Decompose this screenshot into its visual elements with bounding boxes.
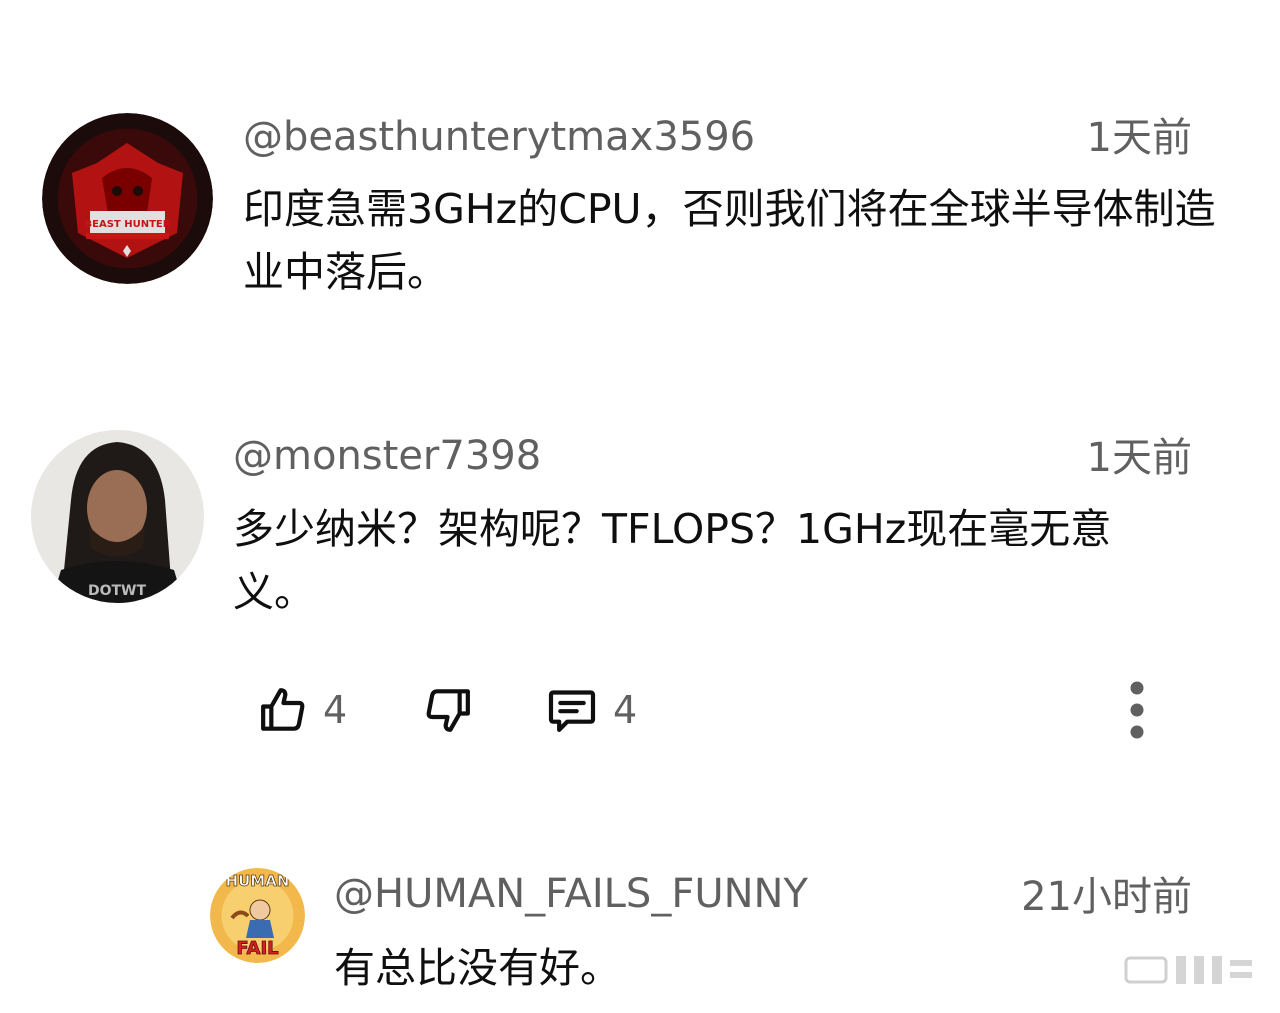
more-vert-icon [1130,681,1144,739]
comment-time: 1天前 [1086,115,1192,161]
comment-actions: 4 4 [255,675,1175,745]
avatar-photo: DOTWT [31,430,204,603]
watermark [1120,950,1260,995]
comment-username[interactable]: @HUMAN_FAILS_FUNNY [334,874,808,914]
more-options-button[interactable] [1117,675,1157,745]
avatar-monster[interactable]: DOTWT [31,430,204,603]
reply-button[interactable]: 4 [543,675,637,745]
dislike-button[interactable] [420,675,476,745]
like-button[interactable]: 4 [255,675,347,745]
comment-text: 印度急需3GHz的CPU，否则我们将在全球半导体制造业中落后。 [243,185,1216,296]
svg-text:DOTWT: DOTWT [88,583,147,599]
thumbs-up-icon [261,688,305,731]
svg-text:HUMAN: HUMAN [226,872,290,890]
comment-text: 有总比没有好。 [334,944,621,992]
comment-text: 多少纳米？架构呢？TFLOPS？1GHz现在毫无意义。 [233,505,1112,616]
svg-text:BEAST HUNTER: BEAST HUNTER [85,219,171,230]
avatar-beasthunter[interactable]: BEAST HUNTER [42,113,213,284]
reply-icon [548,690,596,732]
comment-time: 21小时前 [1021,874,1192,920]
beast-hunter-logo: BEAST HUNTER [42,113,213,284]
reply-count: 4 [613,688,638,732]
human-fail-logo: HUMAN FAIL [210,868,305,963]
thumbs-down-icon [426,689,470,732]
comment-username[interactable]: @beasthunterytmax3596 [243,117,755,157]
comment-time: 1天前 [1086,435,1192,481]
avatar-human-fails[interactable]: HUMAN FAIL [210,868,305,963]
watermark-glyph-icon [1124,956,1252,984]
like-count: 4 [323,688,348,732]
svg-text:FAIL: FAIL [236,938,278,959]
comment-username[interactable]: @monster7398 [233,436,541,476]
